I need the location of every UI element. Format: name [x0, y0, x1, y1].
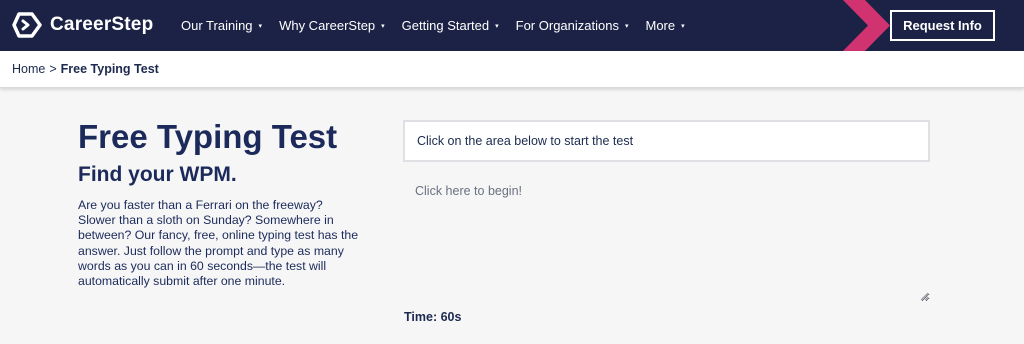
nav-item-for-organizations[interactable]: For Organizations ▾ — [516, 18, 629, 33]
intro-description: Are you faster than a Ferrari on the fre… — [78, 198, 359, 289]
test-prompt-box: Click on the area below to start the tes… — [403, 120, 930, 162]
test-prompt-text: Click on the area below to start the tes… — [417, 134, 634, 148]
brand-logo[interactable]: CareerStep — [12, 12, 153, 38]
nav-item-why-careerstep[interactable]: Why CareerStep ▾ — [279, 18, 385, 33]
nav-item-label: Our Training — [181, 18, 253, 33]
page-subtitle: Find your WPM. — [78, 163, 237, 186]
breadcrumb-bar: Home > Free Typing Test — [0, 51, 1024, 88]
nav-item-our-training[interactable]: Our Training ▾ — [181, 18, 262, 33]
caret-down-icon: ▾ — [381, 22, 385, 30]
breadcrumb-home-link[interactable]: Home — [12, 62, 45, 76]
careerstep-logo-icon — [12, 12, 42, 38]
breadcrumb: Home > Free Typing Test — [12, 62, 159, 76]
nav-item-more[interactable]: More ▾ — [645, 18, 684, 33]
caret-down-icon: ▾ — [624, 22, 629, 30]
timer-display: Time: 60s — [404, 310, 462, 324]
caret-down-icon: ▾ — [495, 22, 499, 30]
brand-name: CareerStep — [50, 14, 154, 35]
nav-item-getting-started[interactable]: Getting Started ▾ — [402, 18, 499, 33]
caret-down-icon: ▾ — [681, 22, 685, 30]
typing-input[interactable] — [403, 172, 930, 302]
page-title: Free Typing Test — [78, 118, 338, 155]
breadcrumb-separator: > — [49, 62, 57, 76]
nav-item-label: Why CareerStep — [279, 18, 376, 33]
nav-item-label: For Organizations — [515, 18, 619, 33]
breadcrumb-current: Free Typing Test — [60, 62, 159, 76]
request-info-button[interactable]: Request Info — [890, 10, 995, 41]
nav-item-label: Getting Started — [401, 18, 490, 33]
main-nav: Our Training ▾ Why CareerStep ▾ Getting … — [181, 0, 702, 51]
top-navigation-bar: CareerStep Our Training ▾ Why CareerStep… — [0, 0, 1024, 51]
resize-grip-icon[interactable] — [920, 292, 929, 301]
caret-down-icon: ▾ — [258, 22, 263, 30]
nav-item-label: More — [645, 18, 676, 33]
